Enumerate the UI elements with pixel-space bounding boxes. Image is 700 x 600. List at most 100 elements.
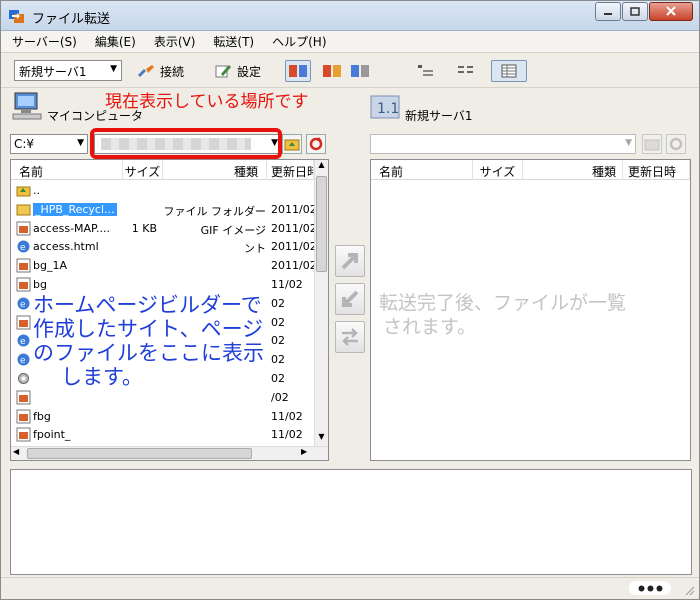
refresh-button[interactable] <box>306 134 326 154</box>
parent-folder-button[interactable] <box>282 134 302 154</box>
file-row[interactable]: e access.html ント 2011/02 <box>11 238 317 256</box>
server-select[interactable]: 新規サーバ1 ▼ <box>14 60 122 81</box>
image-icon <box>16 390 31 405</box>
svg-text:e: e <box>20 243 26 253</box>
server-icon: 1.1 <box>370 95 400 119</box>
remote-parent-folder-button[interactable] <box>642 134 662 154</box>
download-icon <box>351 65 369 77</box>
folder-up-icon <box>644 139 660 151</box>
file-date: 2011/02 <box>271 221 317 235</box>
file-date: 11/02 <box>271 278 303 291</box>
svg-text:1.1: 1.1 <box>377 101 399 117</box>
file-type: ント <box>244 242 266 256</box>
remote-refresh-button[interactable] <box>666 134 686 154</box>
download-button[interactable] <box>335 283 365 315</box>
menu-transfer[interactable]: 転送(T) <box>210 32 257 51</box>
file-name: bg_1A <box>33 259 67 273</box>
menu-help[interactable]: ヘルプ(H) <box>269 32 329 51</box>
file-row[interactable]: /02 <box>11 389 311 407</box>
menu-view[interactable]: 表示(V) <box>151 32 199 51</box>
svg-text:e: e <box>20 337 26 347</box>
local-horizontal-scrollbar[interactable]: ◀ ▶ <box>11 446 328 460</box>
scroll-right-arrow[interactable]: ▶ <box>301 447 307 456</box>
menu-server[interactable]: サーバー(S) <box>9 32 80 51</box>
local-vertical-scrollbar[interactable]: ▲ ▼ <box>314 160 328 446</box>
connect-label: 接続 <box>160 64 185 79</box>
sync-button[interactable] <box>335 321 365 353</box>
col-name[interactable]: 名前 <box>371 160 473 180</box>
connect-icon <box>138 65 154 77</box>
file-row[interactable]: .. <box>11 182 311 200</box>
tree-view-button[interactable] <box>413 60 439 82</box>
maximize-button[interactable] <box>622 2 648 21</box>
col-type[interactable]: 種類 <box>163 160 267 180</box>
file-row[interactable]: fpoint_ 11/02 <box>11 426 311 444</box>
drive-select[interactable]: C:¥ ▼ <box>10 134 88 154</box>
file-row[interactable]: access-MAP.... 1 KB GIF イメージ 2011/02 <box>11 220 317 238</box>
file-name: .. <box>33 184 40 197</box>
dot-icon <box>638 585 644 591</box>
file-date: /02 <box>271 390 289 404</box>
window-title: ファイル転送 <box>32 12 111 27</box>
tree-view-icon <box>418 65 433 76</box>
file-date: 11/02 <box>271 428 303 442</box>
scroll-down-arrow[interactable]: ▼ <box>315 432 328 446</box>
description-line-1: ホームページビルダーで <box>33 293 262 317</box>
log-pane[interactable] <box>10 469 692 575</box>
folder-up-icon <box>284 139 300 151</box>
edit-icon <box>215 65 231 78</box>
details-view-button[interactable] <box>491 60 527 82</box>
file-name: access.html <box>33 240 99 254</box>
drive-select-value: C:¥ <box>14 137 35 151</box>
scroll-up-arrow[interactable]: ▲ <box>315 160 328 174</box>
svg-text:e: e <box>20 300 26 310</box>
connect-button[interactable]: 接続 <box>136 59 184 83</box>
image-icon <box>16 277 31 292</box>
image-icon <box>16 315 31 330</box>
file-date: 11/02 <box>271 409 303 423</box>
file-date: 2011/02 <box>271 202 317 216</box>
scroll-thumb[interactable] <box>316 176 327 272</box>
image-icon <box>16 427 31 442</box>
remote-path-combo[interactable]: ▼ <box>370 134 636 154</box>
file-row[interactable]: fbg 11/02 <box>11 408 311 426</box>
scroll-thumb[interactable] <box>27 448 252 459</box>
status-bar <box>1 577 699 599</box>
file-row[interactable]: _HPB_Recycl... ファイル フォルダー 2011/02 <box>11 201 317 219</box>
menu-edit[interactable]: 編集(E) <box>92 32 139 51</box>
svg-text:e: e <box>20 356 26 366</box>
sync-icon <box>289 65 307 77</box>
minimize-button[interactable] <box>595 2 621 21</box>
resize-grip-icon[interactable] <box>683 584 695 596</box>
description-line-3: のファイルをここに表示 <box>33 341 264 365</box>
arrow-down-left-icon <box>342 290 359 307</box>
scroll-left-arrow[interactable]: ◀ <box>13 447 19 456</box>
settings-button[interactable]: 設定 <box>213 59 261 83</box>
right-pane-label: 新規サーバ1 <box>405 109 473 123</box>
col-date[interactable]: 更新日時 <box>623 160 690 180</box>
col-type[interactable]: 種類 <box>523 160 623 180</box>
file-row[interactable]: bg 11/02 <box>11 276 311 294</box>
right-pane-header: 1.1 新規サーバ1 <box>367 89 687 129</box>
col-size[interactable]: サイズ <box>473 160 523 180</box>
dot-icon <box>647 585 653 591</box>
file-transfer-window: ファイル転送 サーバー(S) 編集(E) 表示(V) 転送(T) ヘルプ(H) … <box>0 0 700 600</box>
dot-icon <box>656 585 662 591</box>
empty-message-line-2: されます。 <box>383 316 477 338</box>
close-button[interactable] <box>649 2 693 21</box>
upload-mode-button[interactable] <box>319 60 345 82</box>
html-icon: e <box>16 239 31 254</box>
chevron-down-icon: ▼ <box>625 138 632 148</box>
col-date[interactable]: 更新日時 <box>267 160 314 180</box>
location-highlight-box <box>90 128 282 159</box>
location-callout: 現在表示している場所です <box>105 92 309 112</box>
col-name[interactable]: 名前 <box>11 160 123 180</box>
col-size[interactable]: サイズ <box>123 160 163 180</box>
list-view-button[interactable] <box>453 60 479 82</box>
sync-mode-button[interactable] <box>285 60 311 82</box>
file-row[interactable]: bg_1A 2011/02 <box>11 257 317 275</box>
upload-button[interactable] <box>335 245 365 277</box>
download-mode-button[interactable] <box>347 60 373 82</box>
chevron-down-icon: ▼ <box>77 138 84 148</box>
local-list-header: 名前 サイズ 種類 更新日時 <box>11 160 314 180</box>
